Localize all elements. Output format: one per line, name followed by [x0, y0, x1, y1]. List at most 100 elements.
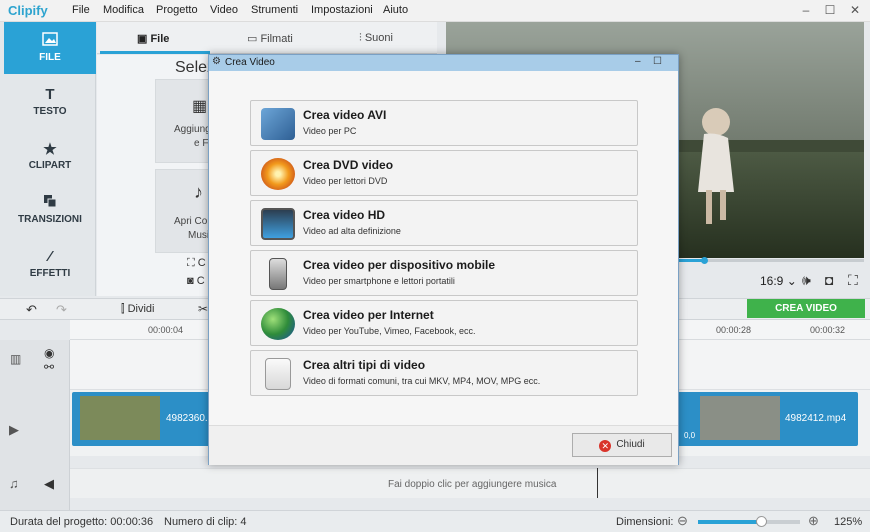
- ruler-tick-label: 00:00:32: [810, 325, 846, 335]
- option-subtitle: Video per PC: [303, 126, 357, 136]
- menu-video[interactable]: Video: [210, 4, 238, 16]
- dimensions-label: Dimensioni:: [616, 516, 674, 528]
- magic-wand-icon: ⁄: [48, 248, 52, 265]
- zoom-slider-fill: [698, 520, 761, 524]
- create-video-dialog: ⚙ Crea Video – ☐ Crea video AVI Video pe…: [208, 54, 679, 465]
- misc-label: C: [196, 275, 205, 287]
- music-note-icon: ♪: [194, 182, 203, 202]
- star-icon: ★: [43, 141, 57, 158]
- close-label: Chiudi: [616, 439, 645, 450]
- sidebar-item-label: FILE: [39, 52, 61, 63]
- card-label: e F: [194, 138, 209, 149]
- screen-capture-icon: ⛶ C: [187, 257, 206, 269]
- fullscreen-icon[interactable]: ⛶: [848, 272, 858, 289]
- menu-bar: Clipify File Modifica Progetto Video Str…: [0, 0, 870, 22]
- option-avi[interactable]: Crea video AVI Video per PC: [250, 100, 638, 146]
- zoom-value: 125%: [834, 516, 863, 528]
- menu-impostazioni[interactable]: Impostazioni: [311, 4, 373, 16]
- tab-label: File: [150, 33, 170, 45]
- create-video-button[interactable]: CREA VIDEO: [747, 299, 865, 318]
- sidebar-item-transizioni[interactable]: TRANSIZIONI: [4, 184, 96, 236]
- zoom-slider-handle[interactable]: [756, 516, 767, 527]
- menu-file[interactable]: File: [72, 4, 90, 16]
- sidebar-item-label: TRANSIZIONI: [18, 214, 82, 225]
- tab-filmati[interactable]: ▭ Filmati: [247, 32, 293, 45]
- option-title: Crea video per dispositivo mobile: [303, 258, 496, 272]
- dialog-minimize-button[interactable]: –: [635, 56, 641, 67]
- music-collection-card[interactable]: ♪ Apri Col Musi: [155, 169, 215, 253]
- add-files-card[interactable]: ▦ Aggiung e F: [155, 79, 215, 163]
- option-subtitle: Video per smartphone e lettori portatili: [303, 276, 455, 286]
- option-title: Crea DVD video: [303, 158, 394, 172]
- text-icon: T: [45, 86, 55, 103]
- aspect-ratio-select[interactable]: 16:9 ⌄: [760, 274, 797, 288]
- link-icon[interactable]: ⚯: [44, 360, 54, 374]
- clip-thumbnail[interactable]: [80, 396, 160, 440]
- project-duration: Durata del progetto: 00:00:36: [10, 516, 154, 528]
- menu-modifica[interactable]: Modifica: [103, 4, 144, 16]
- option-hd[interactable]: Crea video HD Video ad alta definizione: [250, 200, 638, 246]
- ruler-tick-label: 00:00:04: [148, 325, 184, 335]
- clip-duration: 0,0: [684, 431, 696, 440]
- volume-icon[interactable]: 🕪: [802, 272, 811, 289]
- eye-icon[interactable]: ◉: [44, 346, 54, 360]
- zoom-out-icon[interactable]: ⊖: [677, 513, 688, 529]
- close-dialog-button[interactable]: ✕ Chiudi: [572, 433, 672, 457]
- option-dvd[interactable]: Crea DVD video Video per lettori DVD: [250, 150, 638, 196]
- menu-progetto[interactable]: Progetto: [156, 4, 198, 16]
- tab-label: Suoni: [364, 32, 393, 44]
- film-icon: ▭: [247, 33, 261, 45]
- option-other[interactable]: Crea altri tipi di video Video di format…: [250, 350, 638, 396]
- card-label: Apri Col: [174, 216, 210, 227]
- card-label: Musi: [188, 230, 210, 241]
- option-internet[interactable]: Crea video per Internet Video per YouTub…: [250, 300, 638, 346]
- option-title: Crea video HD: [303, 208, 386, 222]
- image-icon: ▣: [137, 33, 151, 45]
- seekbar-handle[interactable]: [701, 257, 708, 264]
- sidebar-item-label: EFFETTI: [29, 268, 71, 279]
- ruler-tick-label: 00:00:28: [716, 325, 752, 335]
- tab-suoni[interactable]: ⫶ Suoni: [359, 32, 393, 45]
- scissors-icon[interactable]: ✂: [198, 302, 208, 316]
- video-file-icon: [265, 358, 291, 390]
- sidebar-item-clipart[interactable]: ★ CLIPART: [4, 130, 96, 182]
- tab-file[interactable]: ▣ File: [137, 32, 169, 45]
- menu-strumenti[interactable]: Strumenti: [251, 4, 298, 16]
- clip-count: Numero di clip: 4: [164, 516, 247, 528]
- dialog-footer: ✕ Chiudi: [209, 425, 678, 465]
- text-track-icon: ▥: [10, 352, 22, 366]
- app-icon: ⚙: [212, 56, 221, 67]
- sidebar-item-label: CLIPART: [28, 160, 72, 171]
- close-button[interactable]: ✕: [848, 3, 862, 17]
- split-label: Dividi: [127, 303, 155, 315]
- zoom-in-icon[interactable]: ⊕: [808, 513, 819, 529]
- option-title: Crea video AVI: [303, 108, 387, 122]
- card-label: Aggiung: [174, 124, 211, 135]
- maximize-button[interactable]: ☐: [823, 3, 837, 17]
- volume-icon[interactable]: ◀: [44, 476, 54, 492]
- mobile-phone-icon: [269, 258, 287, 290]
- minimize-button[interactable]: –: [799, 3, 813, 17]
- option-mobile[interactable]: Crea video per dispositivo mobile Video …: [250, 250, 638, 296]
- video-camera-icon: ▶: [9, 422, 19, 437]
- sidebar-item-effetti[interactable]: ⁄ EFFETTI: [4, 238, 96, 290]
- dialog-titlebar: ⚙ Crea Video – ☐: [209, 55, 678, 71]
- active-tab-indicator: [100, 51, 210, 54]
- dialog-body: Crea video AVI Video per PC Crea DVD vid…: [209, 71, 678, 425]
- split-button[interactable]: ⫿ Dividi: [121, 303, 154, 316]
- sidebar-item-file[interactable]: FILE: [4, 22, 96, 74]
- webcam-icon: ◙ C: [187, 275, 205, 287]
- redo-icon[interactable]: ↷: [56, 302, 67, 318]
- sidebar-item-testo[interactable]: T TESTO: [4, 76, 96, 128]
- clip-thumbnail[interactable]: [700, 396, 780, 440]
- dialog-maximize-button[interactable]: ☐: [653, 56, 662, 67]
- dvd-disc-icon: [261, 158, 295, 190]
- snapshot-camera-icon[interactable]: ◘: [825, 272, 833, 288]
- clip-name: 4982360.: [166, 413, 208, 424]
- image-icon: [4, 32, 96, 48]
- clip-name: 4982412.mp4: [785, 413, 847, 424]
- close-icon: ✕: [599, 440, 612, 452]
- tab-label: Filmati: [260, 33, 293, 45]
- undo-icon[interactable]: ↶: [26, 302, 37, 318]
- menu-aiuto[interactable]: Aiuto: [383, 4, 408, 16]
